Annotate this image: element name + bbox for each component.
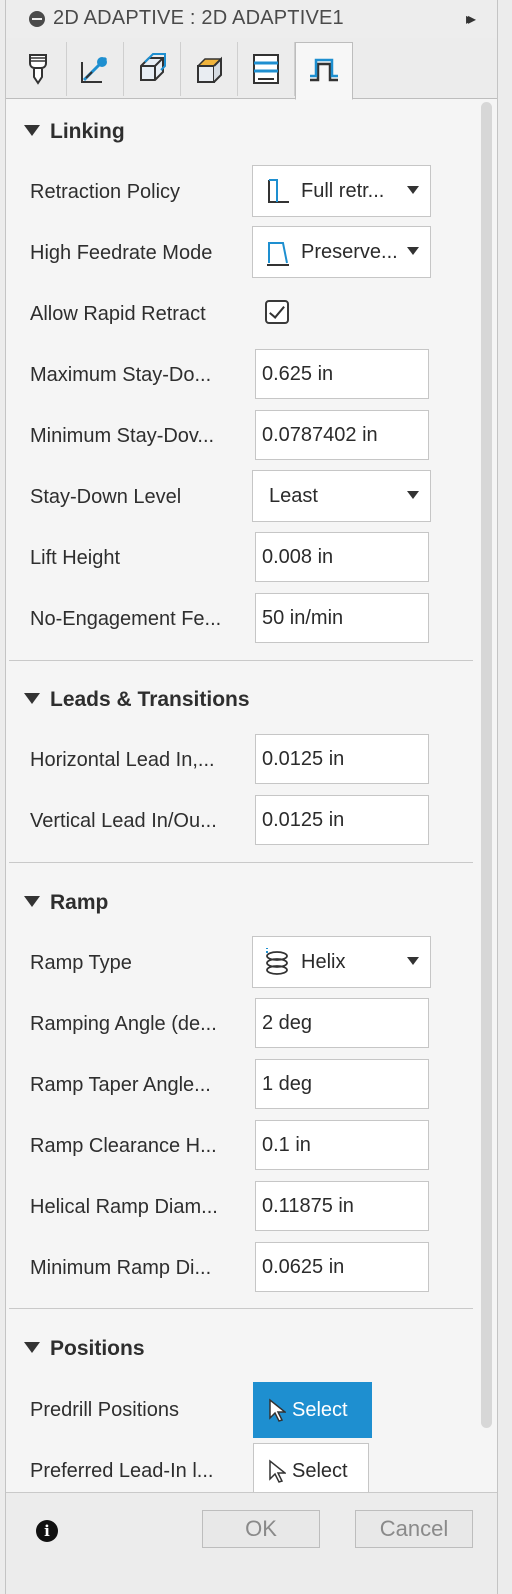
collapse-triangle-icon: [24, 125, 40, 136]
vertical-lead-input[interactable]: 0.0125 in: [255, 795, 429, 845]
minimum-stay-down-label: Minimum Stay-Dov...: [30, 425, 215, 447]
predrill-positions-select-button[interactable]: Select: [253, 1382, 372, 1438]
tab-linking[interactable]: [295, 42, 353, 100]
lift-height-label: Lift Height: [30, 547, 121, 569]
ok-button[interactable]: OK: [202, 1510, 320, 1548]
high-feedrate-mode-value: Preserve...: [301, 241, 398, 263]
ramp-type-select[interactable]: Helix: [252, 936, 431, 988]
cursor-arrow-icon: [269, 1398, 286, 1422]
chevron-down-icon: [407, 957, 419, 965]
horizontal-lead-label: Horizontal Lead In,...: [30, 749, 215, 771]
high-feedrate-mode-label: High Feedrate Mode: [30, 242, 213, 264]
minimum-ramp-diameter-label: Minimum Ramp Di...: [30, 1257, 212, 1279]
section-title: Linking: [50, 120, 125, 143]
stay-down-level-select[interactable]: Least: [252, 470, 431, 522]
title-bar[interactable]: 2D ADAPTIVE : 2D ADAPTIVE1 ▸▸: [6, 0, 497, 39]
collapse-triangle-icon: [24, 1342, 40, 1353]
section-divider: [9, 1308, 473, 1309]
no-engagement-feedrate-input[interactable]: 50 in/min: [255, 593, 429, 643]
section-divider: [9, 660, 473, 661]
tab-strip: [6, 38, 497, 100]
ramp-clearance-height-input[interactable]: 0.1 in: [255, 1120, 429, 1170]
horizontal-lead-input[interactable]: 0.0125 in: [255, 734, 429, 784]
tool-icon: [29, 54, 47, 85]
tab-heights[interactable]: [124, 42, 181, 96]
section-title: Leads & Transitions: [50, 688, 250, 711]
section-divider: [9, 862, 473, 863]
passes-icon: [197, 56, 222, 83]
vertical-lead-label: Vertical Lead In/Ou...: [30, 810, 217, 832]
high-feedrate-mode-select[interactable]: Preserve...: [252, 226, 431, 278]
section-title: Ramp: [50, 891, 109, 914]
chevron-down-icon: [407, 491, 419, 499]
ramp-type-label: Ramp Type: [30, 952, 132, 974]
helical-ramp-diameter-input[interactable]: 0.11875 in: [255, 1181, 429, 1231]
stay-down-level-label: Stay-Down Level: [30, 486, 182, 508]
ramp-taper-angle-input[interactable]: 1 deg: [255, 1059, 429, 1109]
retraction-policy-label: Retraction Policy: [30, 181, 181, 203]
ramping-angle-input[interactable]: 2 deg: [255, 998, 429, 1048]
heights-icon: [140, 53, 166, 81]
parameter-list[interactable]: Linking Retraction Policy Full retr... H…: [6, 99, 479, 1492]
ramp-clearance-height-label: Ramp Clearance H...: [30, 1135, 217, 1157]
section-positions[interactable]: Positions: [24, 1337, 145, 1361]
cursor-arrow-icon: [269, 1459, 286, 1483]
dialog-footer: i OK Cancel: [6, 1492, 497, 1594]
ramping-angle-label: Ramping Angle (de...: [30, 1013, 217, 1035]
minimum-stay-down-input[interactable]: 0.0787402 in: [255, 410, 429, 460]
cancel-button[interactable]: Cancel: [355, 1510, 473, 1548]
maximum-stay-down-input[interactable]: 0.625 in: [255, 349, 429, 399]
retraction-policy-value: Full retr...: [301, 180, 385, 202]
collapse-icon[interactable]: [29, 11, 45, 27]
collapse-triangle-icon: [24, 896, 40, 907]
tab-multiple-depths[interactable]: [238, 42, 295, 96]
preferred-lead-in-select-button[interactable]: Select: [253, 1443, 369, 1492]
geometry-icon: [81, 56, 108, 83]
stay-down-level-value: Least: [269, 485, 318, 507]
section-title: Positions: [50, 1337, 145, 1360]
chevron-down-icon: [407, 186, 419, 194]
tab-geometry[interactable]: [67, 42, 124, 96]
ramp-type-value: Helix: [301, 951, 346, 973]
info-icon[interactable]: i: [36, 1520, 58, 1542]
minimum-ramp-diameter-input[interactable]: 0.0625 in: [255, 1242, 429, 1292]
scrollbar[interactable]: [481, 102, 492, 1428]
no-engagement-feedrate-label: No-Engagement Fe...: [30, 608, 222, 630]
collapse-triangle-icon: [24, 693, 40, 704]
predrill-positions-label: Predrill Positions: [30, 1399, 179, 1421]
helix-icon: [266, 948, 288, 975]
tab-passes[interactable]: [181, 42, 238, 96]
section-leads-transitions[interactable]: Leads & Transitions: [24, 688, 250, 712]
select-label: Select: [292, 1398, 348, 1421]
helical-ramp-diameter-label: Helical Ramp Diam...: [30, 1196, 218, 1218]
ramp-taper-angle-label: Ramp Taper Angle...: [30, 1074, 211, 1096]
tab-tool[interactable]: [10, 42, 67, 96]
preferred-lead-in-label: Preferred Lead-In l...: [30, 1460, 214, 1482]
dialog-title: 2D ADAPTIVE : 2D ADAPTIVE1: [53, 7, 344, 29]
preserve-rapid-icon: [267, 242, 289, 266]
select-label: Select: [292, 1459, 348, 1482]
multiple-depths-icon: [253, 54, 279, 84]
allow-rapid-retract-checkbox[interactable]: [265, 300, 289, 324]
section-ramp[interactable]: Ramp: [24, 891, 108, 915]
retraction-policy-select[interactable]: Full retr...: [252, 165, 431, 217]
section-linking[interactable]: Linking: [24, 120, 125, 144]
full-retract-icon: [268, 179, 289, 203]
lift-height-input[interactable]: 0.008 in: [255, 532, 429, 582]
allow-rapid-retract-label: Allow Rapid Retract: [30, 303, 206, 325]
operation-dialog: 2D ADAPTIVE : 2D ADAPTIVE1 ▸▸ Linking Re…: [5, 0, 498, 1594]
linking-icon: [310, 58, 338, 82]
chevron-down-icon: [407, 247, 419, 255]
expand-icon[interactable]: ▸▸: [466, 9, 476, 29]
maximum-stay-down-label: Maximum Stay-Do...: [30, 364, 212, 386]
